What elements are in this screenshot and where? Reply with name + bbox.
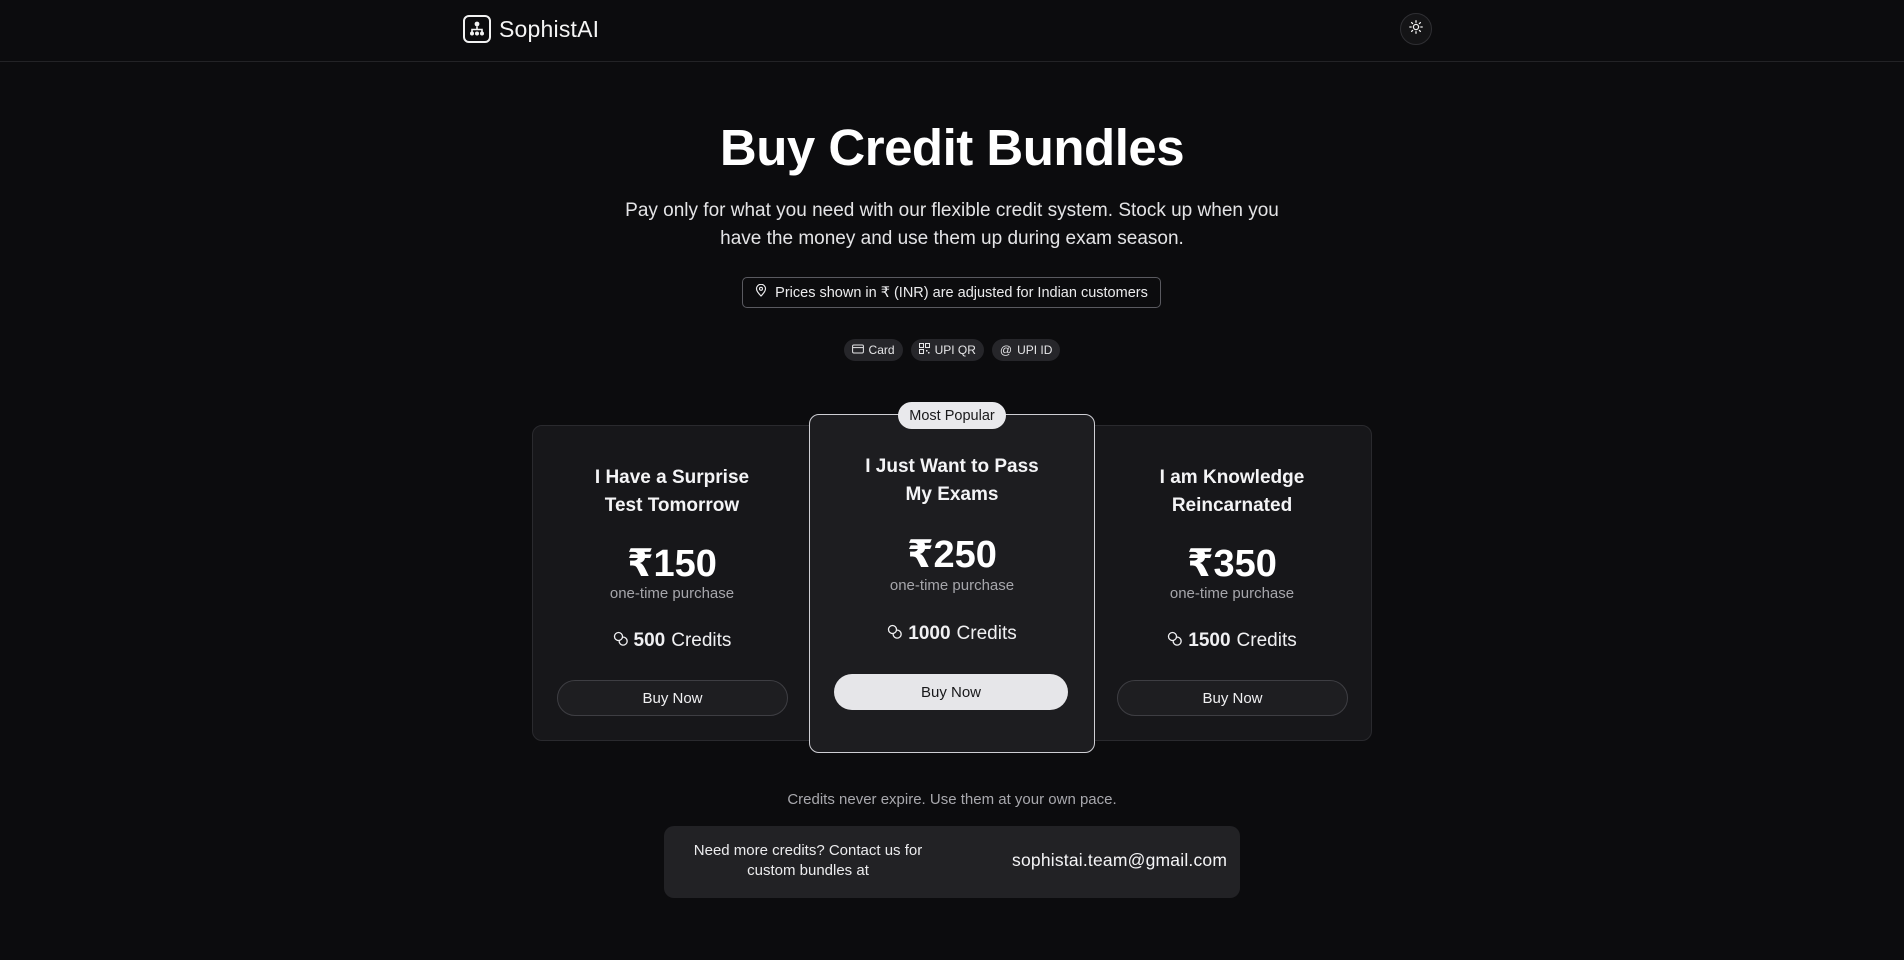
credits-amount: 1500 — [1188, 630, 1231, 651]
credits-note: Credits never expire. Use them at your o… — [787, 791, 1117, 808]
payment-method-label: Card — [868, 343, 895, 357]
org-chart-icon — [463, 15, 491, 43]
sun-icon — [1409, 19, 1423, 39]
plan-price-note: one-time purchase — [1169, 585, 1295, 602]
region-notice: Prices shown in ₹ (INR) are adjusted for… — [742, 277, 1161, 308]
contact-text: Need more credits? Contact us for custom… — [693, 842, 923, 879]
page-title: Buy Credit Bundles — [719, 119, 1185, 176]
payment-method-upi-qr: UPI QR — [910, 339, 984, 361]
plan-price: ₹250 — [907, 534, 997, 576]
plan-card-pass-exams: I Just Want to Pass My Exams ₹250 one-ti… — [809, 414, 1095, 753]
buy-now-button[interactable]: Buy Now — [834, 674, 1068, 710]
brand-name: SophistAI — [499, 15, 600, 42]
plan-price: ₹150 — [627, 543, 717, 585]
payment-methods: Card UPI QR @ UPI ID — [0, 339, 1904, 361]
qr-code-icon — [918, 343, 930, 357]
buy-now-button[interactable]: Buy Now — [557, 680, 788, 716]
map-pin-icon — [755, 283, 767, 301]
plan-card-surprise-test: I Have a Surprise Test Tomorrow ₹150 one… — [532, 425, 812, 741]
payment-method-card: Card — [843, 339, 903, 361]
theme-toggle-button[interactable] — [1400, 13, 1432, 45]
plan-credits: 500 Credits — [532, 630, 812, 652]
plan-credits: 1500 Credits — [1092, 630, 1372, 652]
page-subtitle: Pay only for what you need with our flex… — [625, 200, 1279, 249]
plan-price-note: one-time purchase — [889, 577, 1015, 594]
coins-icon — [1167, 630, 1182, 652]
credits-label: Credits — [671, 630, 732, 651]
plan-name: I Just Want to Pass My Exams — [865, 456, 1039, 505]
credits-label: Credits — [956, 623, 1017, 644]
coins-icon — [887, 623, 902, 645]
plan-name: I Have a Surprise Test Tomorrow — [594, 467, 750, 516]
payment-method-label: UPI ID — [1017, 343, 1053, 357]
coins-icon — [613, 630, 628, 652]
plan-card-knowledge: I am Knowledge Reincarnated ₹350 one-tim… — [1092, 425, 1372, 741]
credits-amount: 500 — [633, 630, 666, 651]
at-sign-icon: @ — [999, 343, 1013, 357]
credits-label: Credits — [1236, 630, 1297, 651]
contact-email-link[interactable]: sophistai.team@gmail.com — [1012, 850, 1227, 871]
region-notice-text: Prices shown in ₹ (INR) are adjusted for… — [775, 284, 1148, 301]
plan-price-note: one-time purchase — [609, 585, 735, 602]
plan-price: ₹350 — [1187, 543, 1277, 585]
most-popular-badge: Most Popular — [898, 402, 1006, 429]
plan-credits: 1000 Credits — [810, 623, 1094, 645]
top-navbar: SophistAI — [0, 0, 1904, 62]
brand-logo[interactable]: SophistAI — [463, 15, 599, 43]
credit-card-icon — [851, 343, 864, 357]
buy-now-button[interactable]: Buy Now — [1117, 680, 1348, 716]
payment-method-label: UPI QR — [934, 343, 976, 357]
payment-method-upi-id: @ UPI ID — [991, 339, 1061, 361]
credits-amount: 1000 — [908, 623, 951, 644]
plan-name: I am Knowledge Reincarnated — [1159, 467, 1305, 516]
contact-box: Need more credits? Contact us for custom… — [664, 826, 1240, 898]
